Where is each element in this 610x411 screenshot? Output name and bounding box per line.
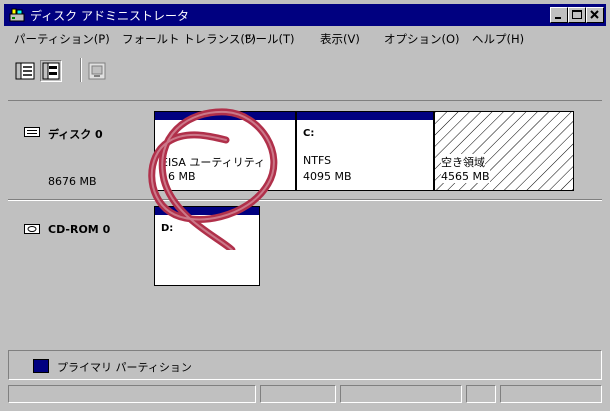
toolbar-separator (80, 58, 82, 82)
partition-label: EISA ユーティリティ (161, 156, 266, 169)
disk-drive-icon (24, 126, 40, 141)
title-bar[interactable]: ディスク アドミニストレータ (4, 4, 606, 26)
disk-administrator-window: ディスク アドミニストレータ パーティション(P) フォールト トレランス(F)… (0, 0, 610, 411)
menu-partition[interactable]: パーティション(P) (14, 31, 110, 47)
legend-bar: プライマリ パーティション (8, 350, 602, 380)
status-cell-2 (260, 385, 336, 403)
primary-partition-bar (297, 112, 433, 120)
partition-label: 空き領域 (441, 154, 485, 170)
close-button[interactable] (586, 7, 604, 23)
drive-letter: D: (161, 223, 174, 234)
menu-tools[interactable]: ツール(T) (244, 31, 295, 47)
partition-d[interactable]: D: (154, 206, 260, 286)
primary-partition-bar (155, 207, 259, 215)
disk-0-name: ディスク 0 (48, 128, 103, 141)
disk-administrator-app-icon (9, 7, 25, 23)
cdrom-icon (24, 223, 40, 238)
status-bar (8, 385, 602, 405)
menu-view[interactable]: 表示(V) (320, 31, 360, 47)
disk-config-view-icon[interactable] (40, 60, 62, 82)
window-title: ディスク アドミニストレータ (30, 9, 189, 23)
partition-c[interactable]: C: NTFS 4095 MB (296, 111, 434, 191)
cdrom-0-name: CD-ROM 0 (48, 223, 111, 236)
partition-size: 4095 MB (303, 170, 352, 183)
status-cell-5 (500, 385, 602, 403)
menu-fault-tolerance[interactable]: フォールト トレランス(F) (122, 31, 256, 47)
toolbar (4, 52, 606, 102)
disk-row-divider (8, 199, 602, 201)
partition-eisa[interactable]: EISA ユーティリティ 16 MB (154, 111, 296, 191)
free-space[interactable]: 空き領域 4565 MB (434, 111, 574, 191)
partition-size: 4565 MB (441, 170, 490, 183)
status-cell-4 (466, 385, 496, 403)
menu-options[interactable]: オプション(O) (384, 31, 460, 47)
minimize-button[interactable] (550, 7, 568, 23)
volumes-view-icon[interactable] (14, 60, 36, 82)
drive-letter: C: (303, 128, 315, 139)
primary-partition-bar (155, 112, 295, 120)
maximize-button[interactable] (568, 7, 586, 23)
legend-label: プライマリ パーティション (57, 361, 192, 374)
partition-size: 16 MB (161, 170, 196, 183)
menu-bar: パーティション(P) フォールト トレランス(F) ツール(T) 表示(V) オ… (4, 27, 606, 49)
primary-partition-swatch (33, 359, 49, 373)
status-cell-3 (340, 385, 462, 403)
partition-filesystem: NTFS (303, 154, 332, 167)
disk-0-size: 8676 MB (48, 175, 97, 188)
status-cell-1 (8, 385, 256, 403)
properties-icon[interactable] (86, 60, 108, 82)
menu-help[interactable]: ヘルプ(H) (472, 31, 524, 47)
